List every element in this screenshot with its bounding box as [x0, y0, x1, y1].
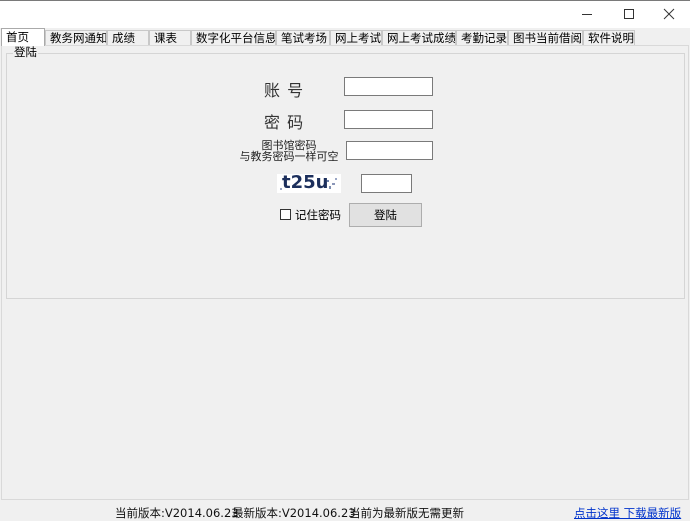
login-button[interactable]: 登陆	[349, 203, 422, 227]
captcha-image[interactable]: t25u	[277, 174, 341, 193]
remember-password-checkbox[interactable]	[280, 209, 291, 220]
account-input[interactable]	[344, 77, 433, 96]
current-version: 当前版本:V2014.06.23	[115, 506, 239, 520]
download-latest-link[interactable]: 点击这里 下载最新版	[574, 505, 681, 521]
tab-online-exam[interactable]: 网上考试	[330, 30, 382, 45]
library-password-input[interactable]	[346, 141, 433, 160]
update-status: 当前为最新版无需更新	[349, 506, 464, 520]
tab-grades[interactable]: 成绩	[107, 30, 149, 45]
captcha-text: t25u	[282, 174, 329, 193]
tab-academic-notices[interactable]: 教务网通知	[45, 30, 107, 45]
close-icon	[663, 8, 675, 20]
account-label: 账 号	[264, 81, 305, 100]
tab-home[interactable]: 首页	[1, 28, 45, 46]
password-input[interactable]	[344, 110, 433, 129]
captcha-input[interactable]	[361, 174, 412, 193]
tab-software-info[interactable]: 软件说明	[583, 30, 635, 45]
latest-version: 最新版本:V2014.06.23	[232, 506, 356, 520]
minimize-icon	[582, 14, 592, 15]
login-group-title: 登陆	[13, 45, 38, 59]
tab-strip: 首页 教务网通知 成绩 课表 数字化平台信息 笔试考场 网上考试 网上考试成绩 …	[0, 28, 690, 46]
library-label-line2: 与教务密码一样可空	[239, 150, 339, 163]
tab-exam-rooms[interactable]: 笔试考场	[276, 30, 330, 45]
library-password-label: 图书馆密码 与教务密码一样可空	[236, 140, 342, 162]
tab-timetable[interactable]: 课表	[149, 30, 191, 45]
tab-library-borrowing[interactable]: 图书当前借阅	[508, 30, 583, 45]
tab-attendance[interactable]: 考勤记录	[456, 30, 508, 45]
remember-password-label[interactable]: 记住密码	[295, 207, 341, 223]
maximize-icon	[624, 9, 634, 19]
minimize-button[interactable]	[564, 0, 610, 28]
tab-online-exam-scores[interactable]: 网上考试成绩	[382, 30, 456, 45]
password-label: 密 码	[264, 113, 305, 132]
close-button[interactable]	[646, 0, 690, 28]
tab-digital-platform[interactable]: 数字化平台信息	[191, 30, 276, 45]
